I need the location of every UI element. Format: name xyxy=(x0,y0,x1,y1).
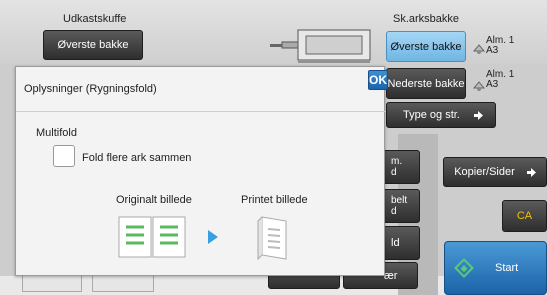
arrow-right-icon xyxy=(526,167,536,177)
output-tray-label: Udkastskuffe xyxy=(63,13,127,25)
ok-button[interactable]: OK xyxy=(368,70,388,90)
hidden-button-1-line2: d xyxy=(391,167,397,178)
type-size-button[interactable]: Type og str. xyxy=(386,102,496,128)
start-icon xyxy=(454,258,474,278)
tray-icon xyxy=(472,81,486,91)
machine-illustration xyxy=(270,29,371,63)
hidden-button-2-line2: d xyxy=(391,206,397,217)
tray-icon xyxy=(472,44,486,54)
printed-fold-icon xyxy=(257,216,287,261)
start-button[interactable]: Start xyxy=(444,241,547,295)
output-tray-button[interactable]: Øverste bakke xyxy=(43,30,143,60)
hidden-button-2-line1: belt xyxy=(391,195,408,206)
lower-tray-button[interactable]: Nederste bakke xyxy=(386,68,466,99)
upper-tray-button[interactable]: Øverste bakke xyxy=(386,31,466,62)
dialog-title: Oplysninger (Rygningsfold) xyxy=(24,83,157,95)
hidden-button-1-line1: m. xyxy=(391,156,403,167)
original-image-label: Originalt billede xyxy=(116,194,192,206)
fold-multiple-checkbox[interactable] xyxy=(53,145,75,167)
multifold-label: Multifold xyxy=(36,127,77,139)
arrow-right-icon xyxy=(208,230,218,244)
original-booklet-icon xyxy=(118,216,186,258)
arrow-right-icon xyxy=(473,110,483,120)
dialog-divider xyxy=(16,111,386,112)
fold-multiple-label: Fold flere ark sammen xyxy=(82,152,192,164)
copies-pages-button[interactable]: Kopier/Sider xyxy=(443,157,547,187)
lower-tray-info-line2: A3 xyxy=(486,79,499,90)
paper-tray-label: Sk.arksbakke xyxy=(393,13,460,25)
info-dialog: Oplysninger (Rygningsfold) Multifold Fol… xyxy=(15,66,386,276)
start-label: Start xyxy=(495,262,519,274)
printed-image-label: Printet billede xyxy=(241,194,308,206)
upper-tray-info-line2: A3 xyxy=(486,45,499,56)
ca-button[interactable]: CA xyxy=(502,200,547,232)
copies-pages-label: Kopier/Sider xyxy=(454,166,515,178)
type-size-label: Type og str. xyxy=(403,109,460,121)
